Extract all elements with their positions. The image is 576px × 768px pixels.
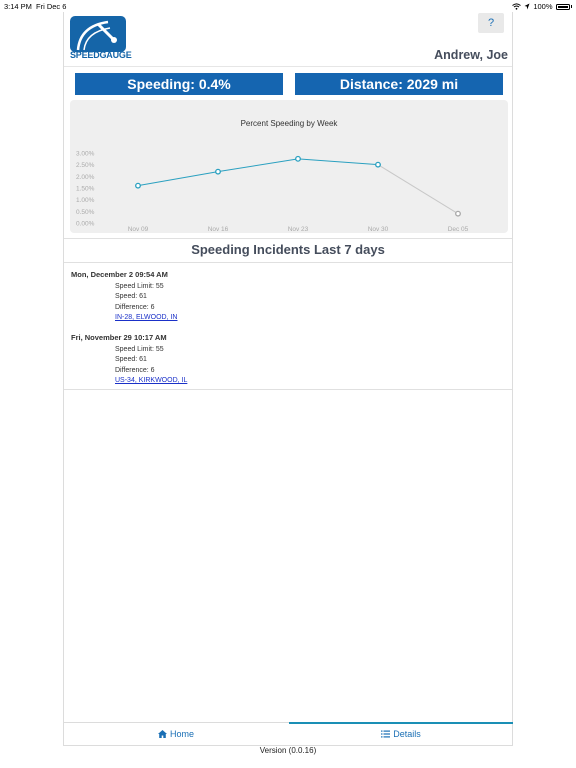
tab-home[interactable]: Home (64, 723, 288, 745)
tab-home-label: Home (169, 729, 194, 739)
battery-percent: 100% (533, 2, 553, 11)
help-button[interactable]: ? (478, 13, 504, 33)
user-name: Andrew, Joe (434, 48, 508, 62)
incident-speed: Speed: 61 (115, 293, 147, 300)
x-tick-label: Nov 23 (288, 226, 309, 233)
tab-details-label: Details (393, 729, 421, 739)
incident-location-link[interactable]: IN-28, ELWOOD, IN (115, 314, 178, 321)
chart-divider (64, 238, 512, 239)
incident-item: Fri, November 29 10:17 AM Speed Limit: 5… (71, 333, 187, 384)
series-line-segment (377, 164, 459, 215)
incidents-title-divider (64, 262, 512, 263)
y-tick-label: 2.50% (76, 162, 95, 169)
incident-difference: Difference: 6 (115, 303, 155, 311)
data-point (215, 168, 221, 175)
x-tick-label: Dec 05 (448, 226, 469, 233)
location-icon (524, 3, 530, 10)
incident-location-link[interactable]: US-34, KIRKWOOD, IL (115, 377, 187, 384)
version-label: Version (0.0.16) (259, 746, 317, 755)
data-point (375, 161, 381, 168)
incident-datetime: Mon, December 2 09:54 AM (71, 270, 168, 279)
x-tick-label: Nov 30 (368, 226, 389, 233)
app-frame: SPEEDGAUGE ? Andrew, Joe Speeding: 0.4% … (63, 12, 513, 746)
y-tick-label: 0.00% (76, 221, 95, 228)
home-icon (157, 730, 167, 738)
series-line-segment (217, 158, 299, 173)
y-tick-label: 1.50% (76, 186, 95, 193)
battery-nub (570, 5, 572, 8)
data-point (455, 210, 461, 217)
data-point (135, 182, 141, 189)
incident-speed: Speed: 61 (115, 356, 147, 363)
battery-icon (555, 3, 570, 10)
distance-stat: Distance: 2029 mi (295, 73, 503, 95)
incident-speed-limit: Speed Limit: 55 (115, 282, 164, 290)
chart-title: Percent Speeding by Week (241, 119, 339, 128)
x-tick-label: Nov 09 (128, 226, 149, 233)
y-tick-label: 1.00% (76, 197, 95, 204)
incidents-bottom-divider (64, 389, 512, 390)
wifi-icon (512, 3, 522, 10)
speeding-stat: Speeding: 0.4% (75, 73, 283, 95)
logo-text: SPEEDGAUGE (70, 50, 132, 60)
list-icon (381, 730, 391, 738)
y-tick-label: 3.00% (76, 151, 95, 158)
status-icons: 100% (512, 2, 572, 11)
speeding-chart: Percent Speeding by Week 3.00% 2.50% 2.00% 1… (76, 119, 469, 233)
header-divider (64, 66, 512, 67)
status-time: 3:14 PM (4, 2, 32, 11)
series-line-segment (297, 158, 379, 166)
status-bar: 3:14 PM Fri Dec 6 100% (0, 0, 576, 12)
chart-panel: Percent Speeding by Week 3.00% 2.50% 2.00% 1… (70, 100, 508, 233)
incident-speed-limit: Speed Limit: 55 (115, 345, 164, 353)
data-point (295, 155, 301, 162)
tab-details[interactable]: Details (289, 723, 513, 745)
incident-difference: Difference: 6 (115, 366, 155, 374)
x-tick-label: Nov 16 (208, 226, 229, 233)
status-date: Fri Dec 6 (36, 2, 67, 11)
incidents-title: Speeding Incidents Last 7 days (191, 242, 385, 257)
incident-item: Mon, December 2 09:54 AM Speed Limit: 55… (71, 270, 178, 321)
y-tick-label: 0.50% (76, 209, 95, 216)
series-line-segment (137, 171, 219, 187)
incident-datetime: Fri, November 29 10:17 AM (71, 333, 167, 342)
y-tick-label: 2.00% (76, 174, 95, 181)
